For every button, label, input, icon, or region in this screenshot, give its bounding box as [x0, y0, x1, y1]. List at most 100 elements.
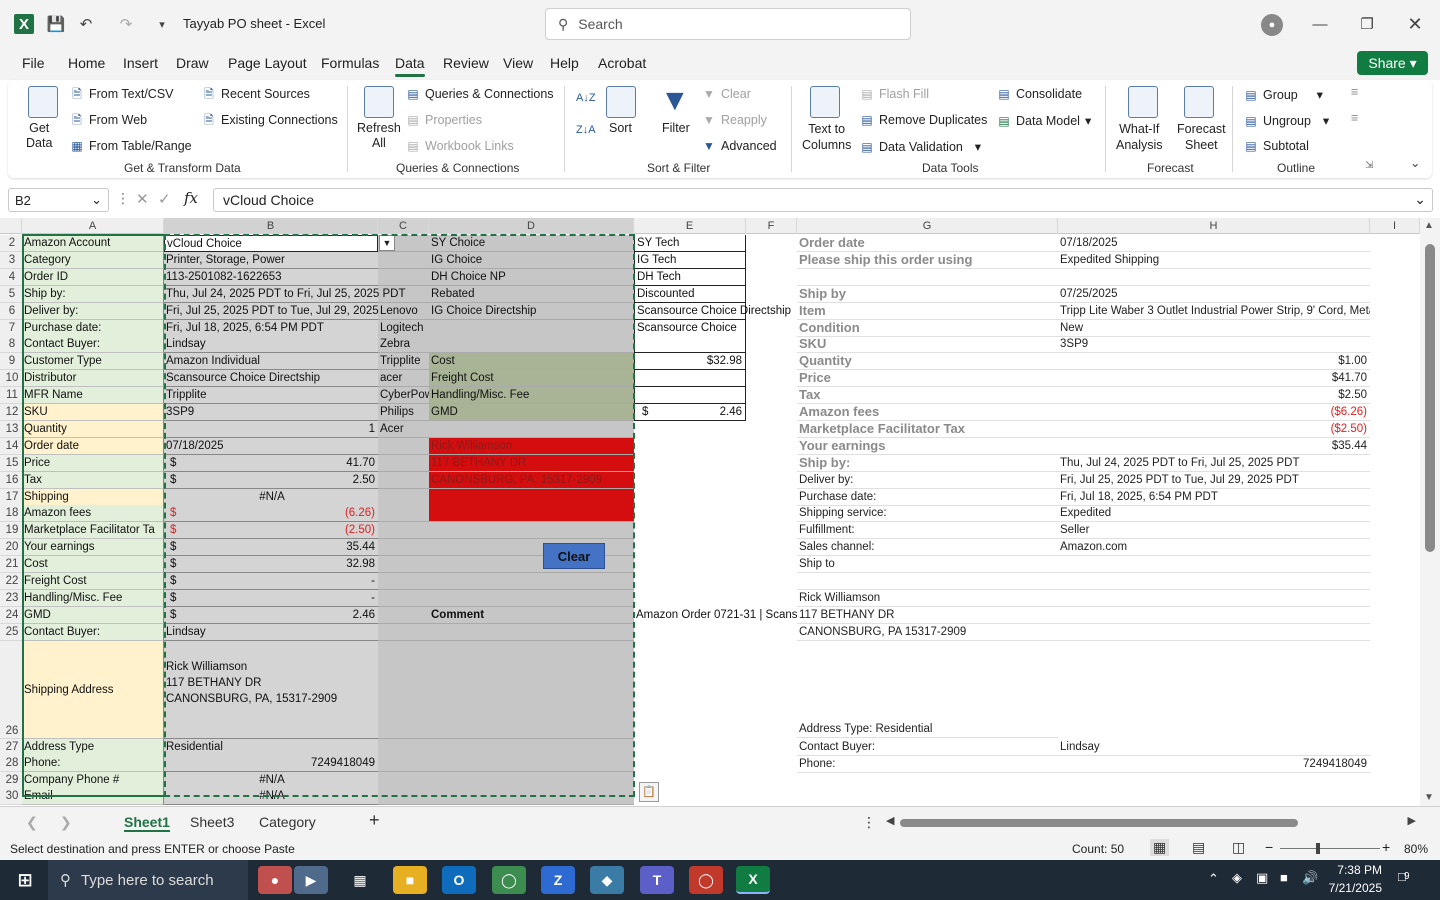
value-cell[interactable]: 2.50 [164, 471, 378, 489]
tab-home[interactable]: Home [68, 55, 105, 71]
row-header[interactable]: 16 [0, 471, 22, 489]
minimize-icon[interactable]: — [1310, 14, 1330, 34]
filter-button[interactable]: Filter [662, 121, 690, 135]
label-cell[interactable]: Shipping [22, 488, 164, 506]
reference-cell[interactable] [634, 387, 746, 405]
search-box[interactable]: ⚲ Search [545, 8, 911, 40]
option-cell[interactable] [429, 771, 634, 789]
tab-insert[interactable]: Insert [123, 55, 158, 71]
option-cell[interactable] [429, 336, 634, 354]
label-cell[interactable]: Cost [22, 556, 164, 574]
group-button[interactable]: ▤ Group ▾ [1244, 87, 1323, 103]
address-type[interactable]: Address Type: Residential [797, 721, 1058, 738]
page-layout-view-icon[interactable]: ▤ [1192, 839, 1205, 856]
tab-page-layout[interactable]: Page Layout [228, 55, 307, 71]
next-sheet-icon[interactable]: ❯ [60, 814, 72, 831]
add-sheet-icon[interactable]: + [369, 810, 380, 831]
lookup-cell[interactable] [378, 640, 429, 739]
value-cell[interactable]: 07/18/2025 [164, 437, 378, 455]
column-header-g[interactable]: G [797, 218, 1058, 234]
remove-duplicates-button[interactable]: ▤ Remove Duplicates [860, 113, 987, 127]
hide-detail-icon[interactable]: ≡ [1351, 111, 1358, 125]
zoom-in-icon[interactable]: + [1382, 839, 1390, 855]
tray-app-icon[interactable]: ◈ [1232, 870, 1242, 886]
sheet-tab-category[interactable]: Category [259, 814, 316, 830]
sort-za-button[interactable]: Z↓A [576, 124, 596, 136]
cell-dropdown-icon[interactable]: ▼ [379, 235, 395, 251]
row-header[interactable]: 24 [0, 606, 22, 624]
data-model-button[interactable]: ▤ Data Model ▾ [997, 113, 1091, 129]
option-cell[interactable] [429, 573, 634, 590]
detail-label[interactable]: Shipping service: [797, 505, 1058, 523]
column-header-f[interactable]: F [746, 218, 797, 234]
option-cell[interactable]: GMD [429, 404, 634, 421]
row-header[interactable]: 22 [0, 573, 22, 590]
lookup-cell[interactable]: acer [378, 370, 429, 388]
reapply-button[interactable]: ▼ Reapply [702, 113, 767, 127]
row-header[interactable]: 25 [0, 623, 22, 641]
option-cell[interactable] [429, 505, 634, 523]
save-icon[interactable]: 💾 [46, 14, 66, 34]
value-cell[interactable]: Tripplite [164, 387, 378, 405]
lookup-cell[interactable] [378, 505, 429, 523]
video-app-icon[interactable]: ▶ [294, 866, 328, 894]
value-cell[interactable]: Printer, Storage, Power [164, 251, 378, 269]
label-cell[interactable]: SKU [22, 404, 164, 421]
scroll-right-icon[interactable]: ▶ [1408, 814, 1416, 827]
lookup-cell[interactable]: Philips [378, 404, 429, 421]
detail-label[interactable]: Phone: [797, 756, 1058, 773]
option-cell[interactable] [429, 755, 634, 773]
text-to-columns-button[interactable]: Text to Columns [802, 121, 851, 153]
comment-cell[interactable]: Amazon Order 0721-31 | Scans [634, 607, 797, 624]
detail-value[interactable]: Thu, Jul 24, 2025 PDT to Fri, Jul 25, 20… [1058, 455, 1370, 472]
column-header-d[interactable]: D [429, 218, 634, 234]
label-cell[interactable]: Company Phone # [22, 771, 164, 789]
clock-date[interactable]: 7/21/2025 [1326, 881, 1382, 895]
reference-cell[interactable] [634, 336, 746, 354]
zoom-slider-thumb[interactable] [1316, 843, 1320, 854]
queries-connections-button[interactable]: ▤ Queries & Connections [406, 87, 553, 101]
label-cell[interactable]: Ship by: [22, 285, 164, 303]
detail-value[interactable] [1058, 573, 1370, 590]
horizontal-scroll-thumb[interactable] [900, 819, 1298, 827]
option-cell[interactable]: 117 BETHANY DR [429, 454, 634, 472]
value-cell[interactable]: #N/A [164, 788, 378, 806]
reference-cell[interactable]: SY Tech [634, 235, 746, 252]
detail-value[interactable]: Amazon.com [1058, 539, 1370, 557]
advanced-button[interactable]: ▼ Advanced [702, 139, 777, 153]
reference-cell[interactable]: IG Tech [634, 251, 746, 269]
detail-value[interactable] [1058, 624, 1370, 641]
subtotal-button[interactable]: ▤ Subtotal [1244, 139, 1309, 153]
tab-view[interactable]: View [503, 55, 533, 71]
detail-label[interactable]: Please ship this order using [797, 252, 1058, 269]
detail-value[interactable]: $2.50 [1058, 387, 1370, 405]
paste-options-icon[interactable]: 📋 [639, 782, 659, 802]
account-avatar[interactable]: ● [1261, 14, 1283, 36]
option-cell[interactable]: Freight Cost [429, 370, 634, 388]
detail-value[interactable]: Fri, Jul 18, 2025, 6:54 PM PDT [1058, 489, 1370, 506]
reference-cell[interactable]: Scansource Choice Directship [634, 302, 791, 320]
recent-sources-button[interactable]: 🗎 Recent Sources [202, 87, 310, 101]
label-cell[interactable]: Phone: [22, 755, 164, 773]
value-cell[interactable]: Scansource Choice Directship [164, 370, 378, 388]
detail-value[interactable]: ($6.26) [1058, 404, 1370, 421]
sheet-tab-sheet1[interactable]: Sheet1 [124, 814, 170, 832]
detail-value[interactable] [1058, 607, 1370, 624]
horizontal-scrollbar[interactable]: ◀ ▶ [886, 814, 1416, 829]
column-header-b[interactable]: B [164, 218, 378, 234]
tray-app-icon[interactable]: ▣ [1256, 870, 1268, 886]
option-cell[interactable] [429, 319, 634, 337]
column-header-i[interactable]: I [1370, 218, 1420, 234]
detail-label[interactable]: Condition [797, 320, 1058, 337]
label-cell[interactable]: Handling/Misc. Fee [22, 589, 164, 607]
detail-value[interactable]: 07/18/2025 [1058, 235, 1370, 252]
sheet-tab-sheet3[interactable]: Sheet3 [190, 814, 234, 830]
option-cell[interactable]: Comment [429, 606, 634, 624]
detail-label[interactable]: Purchase date: [797, 489, 1058, 506]
dialog-launcher-icon[interactable]: ⇲ [1365, 160, 1373, 171]
label-cell[interactable]: Your earnings [22, 539, 164, 557]
file-explorer-icon[interactable]: ■ [393, 866, 427, 894]
value-cell[interactable]: (6.26) [164, 505, 378, 523]
detail-value[interactable]: 07/25/2025 [1058, 286, 1370, 303]
reference-cell[interactable] [634, 370, 746, 388]
